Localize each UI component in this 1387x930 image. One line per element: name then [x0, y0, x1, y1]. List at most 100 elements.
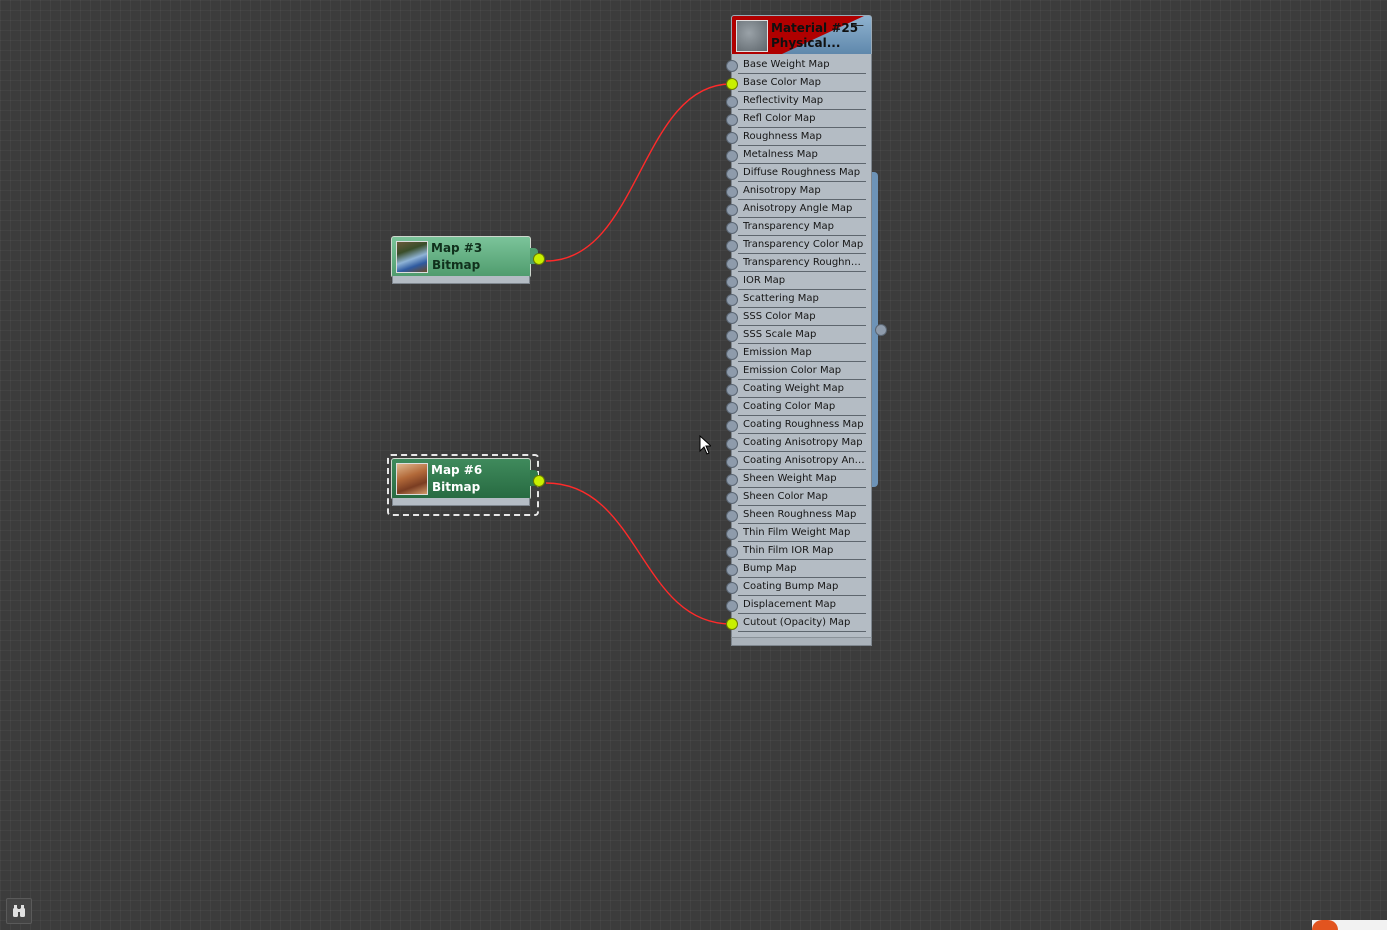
material-slot[interactable]: Sheen Roughness Map — [726, 506, 870, 524]
material-slot[interactable]: SSS Color Map — [726, 308, 870, 326]
map-node-map3[interactable]: Map #3 Bitmap — [391, 236, 545, 284]
material-slot[interactable]: Coating Color Map — [726, 398, 870, 416]
material-slot[interactable]: Displacement Map — [726, 596, 870, 614]
material-slot[interactable]: Cutout (Opacity) Map — [726, 614, 870, 632]
material-slot[interactable]: Diffuse Roughness Map — [726, 164, 870, 182]
slot-input-socket[interactable] — [726, 204, 738, 216]
material-slot[interactable]: Scattering Map — [726, 290, 870, 308]
slot-input-socket[interactable] — [726, 276, 738, 288]
app-logo-icon — [1312, 920, 1338, 930]
slot-input-socket[interactable] — [726, 96, 738, 108]
slot-input-socket[interactable] — [726, 510, 738, 522]
output-socket[interactable] — [533, 253, 545, 265]
material-slot[interactable]: Anisotropy Map — [726, 182, 870, 200]
map-node-resize-bar[interactable] — [392, 276, 530, 284]
slot-input-socket[interactable] — [726, 330, 738, 342]
material-slot-list: Base Weight Map Base Color Map Reflectivit… — [726, 54, 872, 639]
material-thumbnail — [736, 20, 768, 52]
slot-input-socket[interactable] — [726, 402, 738, 414]
material-slot[interactable]: Emission Color Map — [726, 362, 870, 380]
map-node-header[interactable]: Map #6 Bitmap — [391, 458, 531, 500]
wire-map6-cutout[interactable] — [545, 482, 732, 625]
material-slot[interactable]: Coating Weight Map — [726, 380, 870, 398]
slot-input-socket[interactable] — [726, 312, 738, 324]
material-slot[interactable]: Transparency Map — [726, 218, 870, 236]
material-node-header[interactable]: Material #25 Physical... — — [731, 15, 872, 55]
material-slot[interactable]: Sheen Color Map — [726, 488, 870, 506]
slot-input-socket[interactable] — [726, 474, 738, 486]
slot-label: IOR Map — [743, 275, 786, 286]
material-slot[interactable]: Roughness Map — [726, 128, 870, 146]
material-slot[interactable]: Sheen Weight Map — [726, 470, 870, 488]
slot-input-socket[interactable] — [726, 492, 738, 504]
material-slot[interactable]: Emission Map — [726, 344, 870, 362]
slot-label: Thin Film IOR Map — [743, 545, 834, 556]
material-slot[interactable]: Base Color Map — [726, 74, 870, 92]
slot-label: Scattering Map — [743, 293, 819, 304]
material-slot[interactable]: Anisotropy Angle Map — [726, 200, 870, 218]
slot-input-socket[interactable] — [726, 60, 738, 72]
slot-label: Coating Bump Map — [743, 581, 839, 592]
slot-input-socket[interactable] — [726, 366, 738, 378]
material-slot[interactable]: Thin Film IOR Map — [726, 542, 870, 560]
slot-input-socket[interactable] — [726, 348, 738, 360]
slot-input-socket[interactable] — [726, 186, 738, 198]
material-slot[interactable]: IOR Map — [726, 272, 870, 290]
map-node-type: Bitmap — [432, 480, 481, 494]
slot-label: Roughness Map — [743, 131, 822, 142]
material-slot[interactable]: Coating Roughness Map — [726, 416, 870, 434]
slot-input-socket[interactable] — [726, 132, 738, 144]
material-slot[interactable]: Transparency Roughnes... — [726, 254, 870, 272]
wire-map3-base-color[interactable] — [545, 83, 732, 262]
material-slot[interactable]: Coating Anisotropy Angle... — [726, 452, 870, 470]
slot-input-socket[interactable] — [726, 618, 738, 630]
slot-input-socket[interactable] — [726, 420, 738, 432]
slot-divider — [738, 631, 866, 632]
slot-label: Thin Film Weight Map — [743, 527, 851, 538]
slot-input-socket[interactable] — [726, 600, 738, 612]
slot-input-socket[interactable] — [726, 582, 738, 594]
material-slot[interactable]: Refl Color Map — [726, 110, 870, 128]
slot-input-socket[interactable] — [726, 240, 738, 252]
material-node[interactable]: Material #25 Physical... — Base Weight M… — [726, 15, 887, 646]
slot-input-socket[interactable] — [726, 294, 738, 306]
slot-input-socket[interactable] — [726, 384, 738, 396]
slot-input-socket[interactable] — [726, 168, 738, 180]
slot-input-socket[interactable] — [726, 258, 738, 270]
slot-input-socket[interactable] — [726, 78, 738, 90]
map-node-map6[interactable]: Map #6 Bitmap — [391, 458, 545, 506]
material-slot[interactable]: Thin Film Weight Map — [726, 524, 870, 542]
material-resize-bar[interactable] — [731, 637, 872, 646]
slot-input-socket[interactable] — [726, 438, 738, 450]
wires-layer — [545, 83, 732, 625]
slot-input-socket[interactable] — [726, 528, 738, 540]
collapse-button[interactable]: — — [852, 19, 864, 31]
map-node-header[interactable]: Map #3 Bitmap — [391, 236, 531, 278]
slot-input-socket[interactable] — [726, 456, 738, 468]
material-output-socket[interactable] — [875, 324, 887, 336]
bitmap-thumbnail — [396, 463, 428, 495]
slot-input-socket[interactable] — [726, 546, 738, 558]
material-slot[interactable]: Bump Map — [726, 560, 870, 578]
material-slot[interactable]: SSS Scale Map — [726, 326, 870, 344]
slot-label: Sheen Color Map — [743, 491, 828, 502]
slot-input-socket[interactable] — [726, 222, 738, 234]
slot-input-socket[interactable] — [726, 564, 738, 576]
navigator-button[interactable] — [6, 898, 32, 924]
node-editor-canvas[interactable]: Map #3 Bitmap Map #6 Bitmap Material #25… — [0, 0, 1387, 930]
bitmap-thumbnail — [396, 241, 428, 273]
slot-label: Transparency Color Map — [743, 239, 864, 250]
material-slot[interactable]: Metalness Map — [726, 146, 870, 164]
slot-input-socket[interactable] — [726, 114, 738, 126]
material-slot[interactable]: Transparency Color Map — [726, 236, 870, 254]
material-slot[interactable]: Base Weight Map — [726, 56, 870, 74]
slot-input-socket[interactable] — [726, 150, 738, 162]
slot-label: Coating Weight Map — [743, 383, 844, 394]
output-socket[interactable] — [533, 475, 545, 487]
material-slot[interactable]: Reflectivity Map — [726, 92, 870, 110]
map-node-resize-bar[interactable] — [392, 498, 530, 506]
slot-label: Coating Roughness Map — [743, 419, 864, 430]
slot-label: Reflectivity Map — [743, 95, 824, 106]
material-slot[interactable]: Coating Bump Map — [726, 578, 870, 596]
material-slot[interactable]: Coating Anisotropy Map — [726, 434, 870, 452]
